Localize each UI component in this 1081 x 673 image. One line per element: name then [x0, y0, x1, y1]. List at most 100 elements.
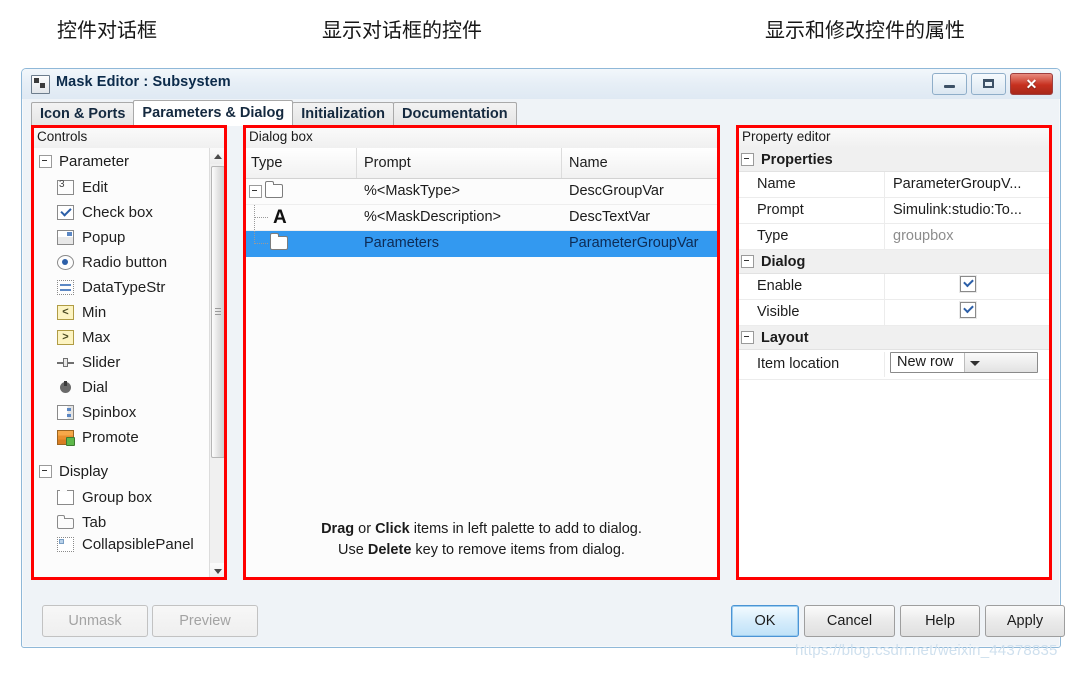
- folder-icon: [270, 233, 288, 250]
- property-key: Name: [737, 172, 885, 197]
- control-label: Edit: [82, 179, 108, 196]
- dialog-tree-table: Type Prompt Name %<MaskType> DescGroupVa…: [244, 148, 719, 257]
- property-group-properties[interactable]: Properties: [737, 148, 1051, 172]
- minimize-button[interactable]: [932, 73, 967, 95]
- row-type-cell: A: [244, 205, 357, 230]
- control-item-promote[interactable]: Promote: [32, 425, 210, 450]
- cancel-button[interactable]: Cancel: [804, 605, 895, 637]
- dialog-hint-text: Drag or Click items in left palette to a…: [244, 519, 719, 561]
- collapse-icon[interactable]: [741, 153, 754, 166]
- control-item-edit[interactable]: Edit: [32, 175, 210, 200]
- row-prompt: Parameters: [364, 235, 439, 251]
- collapse-icon[interactable]: [39, 155, 52, 168]
- control-item-check-box[interactable]: Check box: [32, 200, 210, 225]
- window-controls: ✕: [932, 73, 1053, 95]
- group-label: Layout: [761, 329, 809, 346]
- controls-scrollbar[interactable]: [209, 148, 226, 579]
- control-item-slider[interactable]: Slider: [32, 350, 210, 375]
- property-value[interactable]: [885, 274, 1051, 299]
- column-header-name[interactable]: Name: [562, 148, 719, 178]
- panels-area: Controls Parameter Edit Check box Popup: [31, 125, 1052, 595]
- scrollbar-thumb[interactable]: [211, 166, 225, 458]
- promote-icon: [57, 430, 75, 446]
- apply-button[interactable]: Apply: [985, 605, 1065, 637]
- control-label: Popup: [82, 229, 126, 246]
- property-key: Item location: [737, 352, 885, 377]
- row-name: DescGroupVar: [569, 183, 664, 199]
- control-item-popup[interactable]: Popup: [32, 225, 210, 250]
- property-value[interactable]: [885, 300, 1051, 325]
- control-label: Tab: [82, 514, 107, 531]
- scroll-down-icon[interactable]: [210, 563, 226, 579]
- controls-list[interactable]: Parameter Edit Check box Popup Radio but…: [32, 148, 210, 579]
- column-header-prompt[interactable]: Prompt: [357, 148, 562, 178]
- controls-group-display[interactable]: Display: [32, 458, 210, 485]
- tab-parameters-dialog[interactable]: Parameters & Dialog: [133, 100, 294, 126]
- controls-group-parameter[interactable]: Parameter: [32, 148, 210, 175]
- tab-initialization[interactable]: Initialization: [292, 102, 395, 126]
- control-item-dial[interactable]: Dial: [32, 375, 210, 400]
- control-item-max[interactable]: > Max: [32, 325, 210, 350]
- mask-editor-window: Mask Editor : Subsystem ✕ Icon & Ports P…: [21, 68, 1065, 648]
- maximize-button[interactable]: [971, 73, 1006, 95]
- property-value[interactable]: Simulink:studio:To...: [885, 198, 1051, 223]
- tab-strip: Icon & Ports Parameters & Dialog Initial…: [31, 100, 517, 126]
- control-item-group-box[interactable]: Group box: [32, 485, 210, 510]
- tab-documentation[interactable]: Documentation: [393, 102, 517, 126]
- popup-icon: [57, 230, 74, 245]
- collapse-icon[interactable]: [39, 465, 52, 478]
- table-row[interactable]: A %<MaskDescription> DescTextVar: [244, 205, 719, 231]
- property-row-item-location[interactable]: Item location New row: [737, 350, 1051, 380]
- ok-button[interactable]: OK: [731, 605, 799, 637]
- property-value[interactable]: ParameterGroupV...: [885, 172, 1051, 197]
- property-row-name[interactable]: Name ParameterGroupV...: [737, 172, 1051, 198]
- scroll-up-icon[interactable]: [210, 148, 226, 164]
- unmask-button[interactable]: Unmask: [42, 605, 148, 637]
- dropdown-value: New row: [897, 354, 954, 370]
- dialog-panel-header: Dialog box: [244, 126, 719, 149]
- tab-icon-ports[interactable]: Icon & Ports: [31, 102, 135, 126]
- enable-checkbox[interactable]: [960, 276, 976, 292]
- close-button[interactable]: ✕: [1010, 73, 1053, 95]
- collapse-icon[interactable]: [741, 255, 754, 268]
- window-title: Mask Editor : Subsystem: [56, 74, 231, 90]
- control-item-radio-button[interactable]: Radio button: [32, 250, 210, 275]
- property-value[interactable]: New row: [885, 352, 1051, 377]
- table-row-selected[interactable]: Parameters ParameterGroupVar: [244, 231, 719, 257]
- property-key: Type: [737, 224, 885, 249]
- control-item-min[interactable]: < Min: [32, 300, 210, 325]
- help-button[interactable]: Help: [900, 605, 980, 637]
- minimize-icon: [944, 85, 955, 88]
- property-row-visible[interactable]: Visible: [737, 300, 1051, 326]
- property-group-dialog[interactable]: Dialog: [737, 250, 1051, 274]
- control-label: Check box: [82, 204, 153, 221]
- watermark: https://blog.csdn.net/weixin_44378835: [795, 642, 1058, 659]
- visible-checkbox[interactable]: [960, 302, 976, 318]
- mask-editor-icon: [31, 75, 50, 94]
- preview-button[interactable]: Preview: [152, 605, 258, 637]
- property-row-enable[interactable]: Enable: [737, 274, 1051, 300]
- property-editor-panel: Property editor Properties Name Paramete…: [736, 125, 1052, 580]
- expand-icon[interactable]: [249, 185, 262, 198]
- datatypestr-icon: [57, 280, 74, 295]
- collapse-icon[interactable]: [741, 331, 754, 344]
- table-row[interactable]: %<MaskType> DescGroupVar: [244, 179, 719, 205]
- tree-elbow: [254, 205, 268, 218]
- item-location-dropdown[interactable]: New row: [890, 352, 1038, 373]
- footer-button-bar: Unmask Preview OK Cancel Help Apply: [22, 595, 1065, 647]
- property-group-layout[interactable]: Layout: [737, 326, 1051, 350]
- min-icon: <: [57, 305, 74, 320]
- control-item-datatypestr[interactable]: DataTypeStr: [32, 275, 210, 300]
- control-item-tab[interactable]: Tab: [32, 510, 210, 535]
- row-name: DescTextVar: [569, 209, 651, 225]
- dial-icon: [57, 380, 74, 395]
- property-row-prompt[interactable]: Prompt Simulink:studio:To...: [737, 198, 1051, 224]
- close-icon: ✕: [1025, 76, 1038, 92]
- max-icon: >: [57, 330, 74, 345]
- column-header-type[interactable]: Type: [244, 148, 357, 178]
- control-item-collapsible-panel[interactable]: CollapsiblePanel: [32, 535, 210, 553]
- maximize-icon: [983, 79, 994, 88]
- control-label: DataTypeStr: [82, 279, 166, 296]
- chevron-down-icon[interactable]: [963, 353, 1037, 372]
- control-item-spinbox[interactable]: Spinbox: [32, 400, 210, 425]
